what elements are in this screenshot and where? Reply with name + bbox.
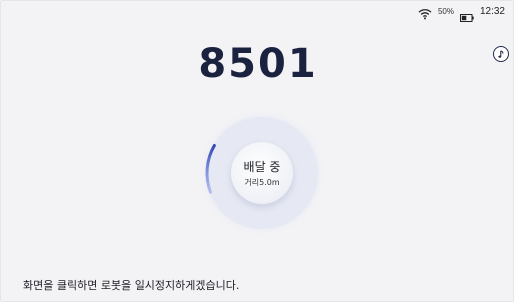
battery-percent: 50% xyxy=(437,6,454,16)
wifi-icon xyxy=(418,5,432,20)
battery-icon xyxy=(459,7,474,22)
status-bar: 50% 12:32 xyxy=(418,3,505,22)
ring-center: 배달 중 거리5.0m xyxy=(232,143,292,203)
delivery-progress: 배달 중 거리5.0m xyxy=(196,107,328,239)
delivery-status: 배달 중 xyxy=(243,159,281,174)
delivery-screen[interactable]: 50% 12:32 8501 배달 중 거리5.0m 화면을 클릭하면 로봇을 … xyxy=(0,0,514,302)
order-number: 8501 xyxy=(198,41,318,87)
pause-hint: 화면을 클릭하면 로봇을 일시정지하게겠습니다. xyxy=(23,279,240,292)
clock: 12:32 xyxy=(479,5,505,17)
distance-label: 거리5.0m xyxy=(244,177,280,187)
